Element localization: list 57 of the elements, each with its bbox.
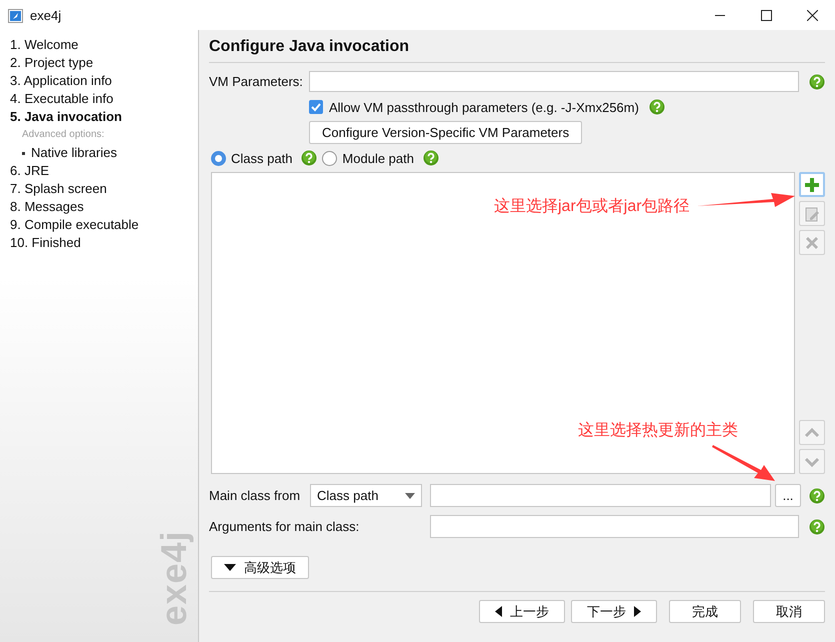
step-item[interactable]: 9. Compile executable <box>0 216 198 234</box>
step-item[interactable]: 8. Messages <box>0 198 198 216</box>
help-icon[interactable] <box>648 99 665 115</box>
maximize-icon <box>760 10 772 20</box>
next-button[interactable]: 下一步 <box>571 600 657 623</box>
step-item[interactable]: 4. Executable info <box>0 90 198 108</box>
step-item[interactable]: 5. Java invocation <box>0 108 198 126</box>
advanced-options-button[interactable]: 高级选项 <box>211 556 309 579</box>
notepad-icon <box>806 207 819 221</box>
step-item[interactable]: 10. Finished <box>0 234 198 252</box>
radio-label: Class path <box>231 150 292 166</box>
chevron-down-icon <box>804 457 820 467</box>
checkbox[interactable] <box>309 100 323 114</box>
annotation-text: 这里选择热更新的主类 <box>578 420 738 441</box>
cross-icon <box>806 236 818 248</box>
triangle-left-icon <box>495 606 502 617</box>
field-label: Main class from <box>209 488 302 503</box>
app-icon <box>8 8 23 22</box>
annotation-text: 这里选择jar包或者jar包路径 <box>494 196 690 217</box>
close-icon <box>806 10 818 20</box>
plus-icon <box>805 178 819 192</box>
browse-button[interactable]: ... <box>775 484 801 507</box>
dialog-button[interactable]: 取消 <box>753 600 825 623</box>
radio-label: Module path <box>342 150 414 166</box>
step-item[interactable]: 2. Project type <box>0 54 198 72</box>
back-button[interactable]: 上一步 <box>479 600 565 623</box>
step-item[interactable]: 1. Welcome <box>0 36 198 54</box>
main-class-field[interactable] <box>430 484 771 507</box>
step-item[interactable]: Native libraries <box>0 144 198 162</box>
help-icon[interactable] <box>422 150 439 166</box>
step-item[interactable]: 3. Application info <box>0 72 198 90</box>
caret-down-icon <box>405 492 415 498</box>
field-label: Arguments for main class: <box>209 519 360 534</box>
caret-down-icon <box>224 564 236 571</box>
checkbox-label: Allow VM passthrough parameters (e.g. -J-Xmx256m) <box>329 100 639 114</box>
page-title: Configure Java invocation <box>209 38 825 63</box>
add-button[interactable] <box>799 172 825 197</box>
arguments-field[interactable] <box>430 515 799 538</box>
step-item[interactable]: 6. JRE <box>0 162 198 180</box>
radio-button[interactable] <box>211 150 226 166</box>
triangle-right-icon <box>634 606 641 617</box>
dialog-button[interactable]: 完成 <box>669 600 741 623</box>
version-vm-button[interactable]: Configure Version-Specific VM Parameters <box>309 121 582 144</box>
radio-button[interactable] <box>322 150 338 166</box>
help-icon[interactable] <box>809 488 825 504</box>
annotation-arrow <box>712 445 776 482</box>
help-icon[interactable] <box>809 74 825 90</box>
main-class-dropdown[interactable]: Class path <box>310 484 422 507</box>
step-item[interactable]: 7. Splash screen <box>0 180 198 198</box>
help-icon[interactable] <box>301 150 318 166</box>
field-label: VM Parameters: <box>209 74 304 89</box>
vm-parameters-field[interactable] <box>309 71 799 92</box>
chevron-up-icon <box>804 427 820 437</box>
section-label: Advanced options: <box>21 128 106 142</box>
window-title: exe4j <box>30 8 62 22</box>
classpath-list[interactable] <box>211 172 795 474</box>
help-icon[interactable] <box>809 518 825 534</box>
